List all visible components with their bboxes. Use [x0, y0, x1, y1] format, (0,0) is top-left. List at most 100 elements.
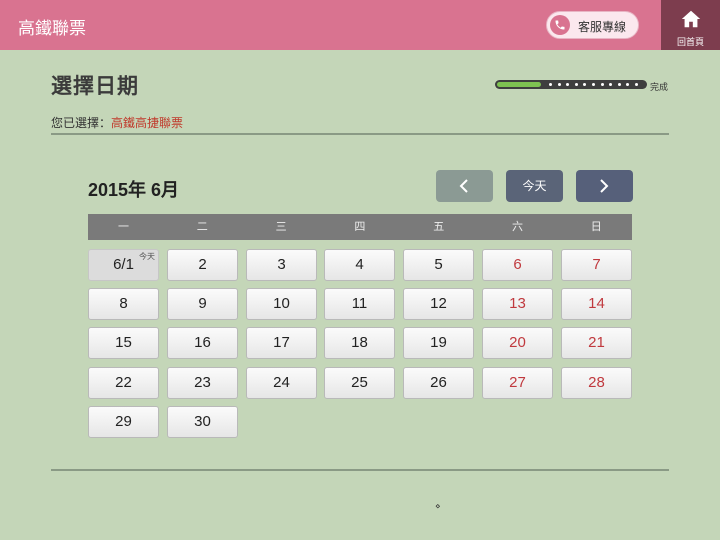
weekday-label: 四 [354, 221, 366, 233]
day-number: 28 [588, 374, 605, 391]
page-title: 選擇日期 [51, 75, 139, 98]
customer-service-button[interactable]: 客服專線 [546, 11, 639, 39]
day-number: 26 [430, 374, 447, 391]
weekday-label: 二 [196, 221, 208, 233]
day-number: 24 [273, 374, 290, 391]
calendar-day[interactable]: 26 [403, 367, 474, 399]
progress-step-dot [583, 83, 587, 86]
home-label: 回首頁 [676, 37, 704, 47]
selection-prefix: 您已選擇： [51, 116, 112, 130]
chevron-left-icon [459, 179, 468, 193]
day-number: 21 [588, 334, 605, 351]
day-number: 20 [509, 334, 526, 351]
progress-step-dot [549, 83, 552, 86]
calendar-day[interactable]: 25 [324, 367, 395, 399]
calendar-day[interactable]: 28 [561, 367, 632, 399]
calendar-day[interactable]: 19 [403, 327, 474, 359]
progress-step-dot [566, 83, 570, 86]
day-number: 18 [351, 334, 368, 351]
bottom-divider [51, 469, 669, 471]
weekday-label: 一 [118, 221, 129, 233]
day-number: 13 [509, 295, 526, 312]
calendar-day[interactable]: 17 [246, 327, 317, 359]
today-button[interactable]: 今天 [506, 170, 563, 202]
day-number: 9 [198, 295, 207, 312]
day-number: 25 [351, 374, 368, 391]
home-icon [681, 10, 701, 28]
progress-label: 完成 [650, 82, 669, 92]
progress-step-dot [626, 83, 630, 86]
day-number: 22 [115, 374, 132, 391]
weekday-label: 六 [512, 221, 523, 233]
weekday-header: 一二三四五六日 [88, 214, 632, 240]
calendar-day[interactable]: 18 [324, 327, 395, 359]
footer-mark: ⋄ [435, 501, 441, 511]
next-month-button[interactable] [576, 170, 633, 202]
header-bar: 高鐵聯票 客服專線 回首頁 [0, 0, 720, 50]
day-number: 19 [430, 334, 447, 351]
calendar-day[interactable]: 30 [167, 406, 238, 438]
month-label: 2015年 6月 [88, 180, 180, 200]
calendar-day[interactable]: 20 [482, 327, 553, 359]
calendar-day[interactable]: 27 [482, 367, 553, 399]
calendar-day[interactable]: 13 [482, 288, 553, 320]
progress-step-dot [609, 83, 613, 86]
day-number: 5 [434, 256, 443, 273]
calendar-day[interactable]: 9 [167, 288, 238, 320]
progress-step-dot [635, 83, 638, 86]
day-number: 27 [509, 374, 526, 391]
weekday-label: 五 [433, 221, 445, 233]
top-divider [51, 133, 669, 135]
progress-step-dot [600, 83, 604, 86]
calendar-day[interactable]: 12 [403, 288, 474, 320]
phone-icon [550, 15, 570, 35]
weekday-label: 三 [275, 221, 287, 233]
calendar-day[interactable]: 11 [324, 288, 395, 320]
day-number: 14 [588, 295, 605, 312]
day-number: 10 [273, 295, 290, 312]
calendar-day[interactable]: 22 [88, 367, 159, 399]
calendar-day[interactable]: 6/1 今天 [88, 249, 159, 281]
day-number: 2 [198, 256, 207, 273]
chevron-right-icon [600, 179, 609, 193]
day-number: 23 [194, 374, 211, 391]
day-number: 6/1 [113, 256, 134, 273]
day-number: 15 [115, 334, 132, 351]
home-button[interactable]: 回首頁 [661, 0, 720, 50]
calendar-day[interactable]: 15 [88, 327, 159, 359]
calendar-day[interactable]: 24 [246, 367, 317, 399]
progress-step-dot [557, 83, 561, 86]
calendar-day[interactable]: 29 [88, 406, 159, 438]
day-number: 7 [592, 256, 601, 273]
progress-bar [495, 80, 647, 89]
calendar-day[interactable]: 10 [246, 288, 317, 320]
calendar-day[interactable]: 14 [561, 288, 632, 320]
day-number: 8 [119, 295, 128, 312]
day-number: 12 [430, 295, 447, 312]
progress-step-dot [574, 83, 578, 86]
calendar-day[interactable]: 5 [403, 249, 474, 281]
progress-step-dot [592, 83, 595, 86]
day-number: 29 [115, 413, 132, 430]
calendar-day[interactable]: 23 [167, 367, 238, 399]
calendar-day[interactable]: 21 [561, 327, 632, 359]
app-title: 高鐵聯票 [18, 19, 86, 38]
calendar-day[interactable]: 4 [324, 249, 395, 281]
day-number: 4 [355, 256, 364, 273]
calendar-day[interactable]: 2 [167, 249, 238, 281]
calendar-day[interactable]: 3 [246, 249, 317, 281]
selection-value: 高鐵高捷聯票 [111, 116, 184, 130]
day-number: 17 [273, 334, 290, 351]
customer-service-label: 客服專線 [578, 20, 627, 34]
selection-summary: 您已選擇：高鐵高捷聯票 [51, 114, 183, 131]
day-number: 30 [194, 413, 211, 430]
calendar-day[interactable]: 8 [88, 288, 159, 320]
progress-step-dot [617, 83, 621, 86]
calendar-day[interactable]: 16 [167, 327, 238, 359]
progress-fill [497, 82, 541, 87]
day-number: 6 [513, 256, 522, 273]
calendar-day[interactable]: 6 [482, 249, 553, 281]
day-number: 11 [351, 295, 368, 312]
prev-month-button[interactable] [436, 170, 493, 202]
calendar-day[interactable]: 7 [561, 249, 632, 281]
